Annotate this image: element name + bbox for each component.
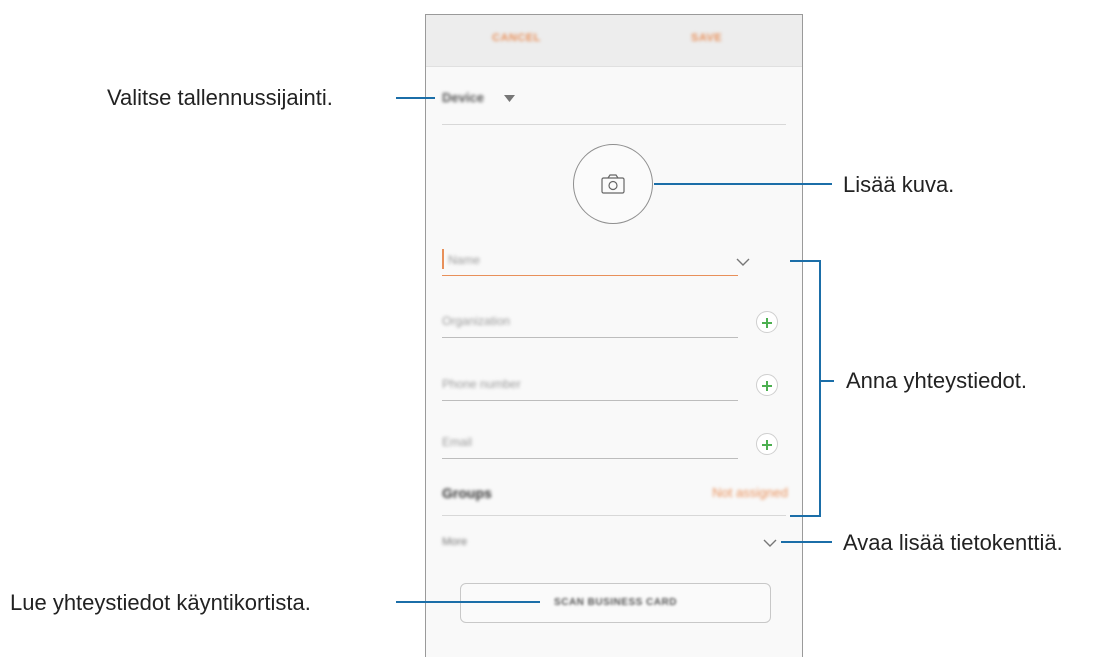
storage-callout: Valitse tallennussijainti. (107, 85, 333, 110)
details-bracket-line (790, 260, 821, 517)
more-fields-callout: Avaa lisää tietokenttiä. (843, 530, 1063, 555)
details-callout: Anna yhteystiedot. (846, 368, 1028, 393)
business-card-callout: Lue yhteystiedot käyntikortista. (10, 590, 311, 615)
photo-callout: Lisää kuva. (843, 172, 955, 197)
